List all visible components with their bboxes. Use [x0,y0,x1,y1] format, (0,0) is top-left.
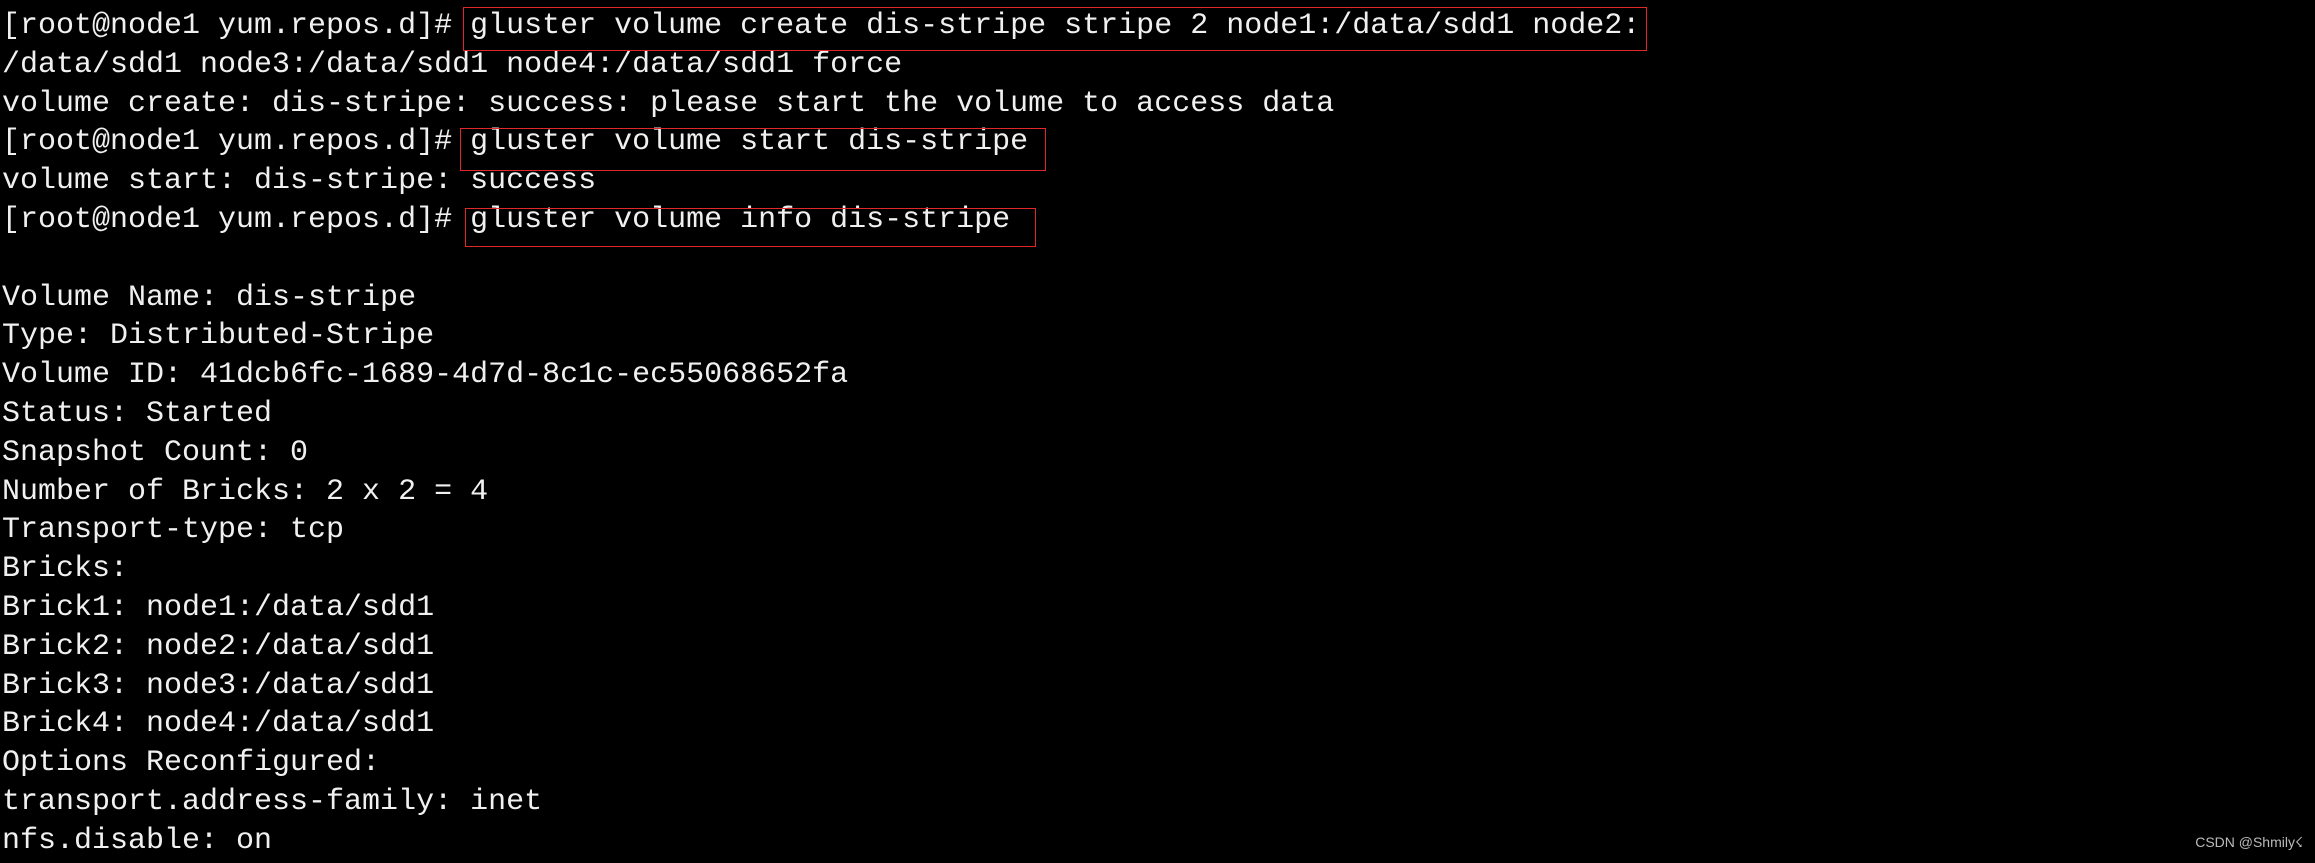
highlight-box-create [463,7,1647,51]
output-line: Brick1: node1:/data/sdd1 [2,590,435,625]
output-line: Snapshot Count: 0 [2,435,309,470]
shell-prompt: [root@node1 yum.repos.d]# [2,125,471,160]
output-line: Brick3: node3:/data/sdd1 [2,668,435,703]
shell-prompt: [root@node1 yum.repos.d]# [2,9,471,43]
output-line: Volume ID: 41dcb6fc-1689-4d7d-8c1c-ec550… [2,358,849,393]
output-line: Options Reconfigured: [2,746,381,781]
highlight-box-start [460,128,1046,171]
output-line: nfs.disable: on [2,823,273,858]
output-line: transport.address-family: inet [2,784,543,819]
watermark: CSDN @Shmily☇ [2195,834,2303,850]
output-line: Brick4: node4:/data/sdd1 [2,707,435,742]
shell-prompt: [root@node1 yum.repos.d]# [2,202,471,237]
output-line: /data/sdd1 node3:/data/sdd1 node4:/data/… [2,47,903,82]
output-line: volume create: dis-stripe: success: plea… [2,86,1335,121]
output-line: Bricks: [2,552,129,587]
highlight-box-info [465,208,1036,247]
output-line: Volume Name: dis-stripe [2,280,417,315]
output-line: Status: Started [2,396,273,431]
output-line: Number of Bricks: 2 x 2 = 4 [2,474,489,509]
output-line: Transport-type: tcp [2,513,345,548]
output-line: Type: Distributed-Stripe [2,319,435,354]
output-line: Brick2: node2:/data/sdd1 [2,629,435,664]
